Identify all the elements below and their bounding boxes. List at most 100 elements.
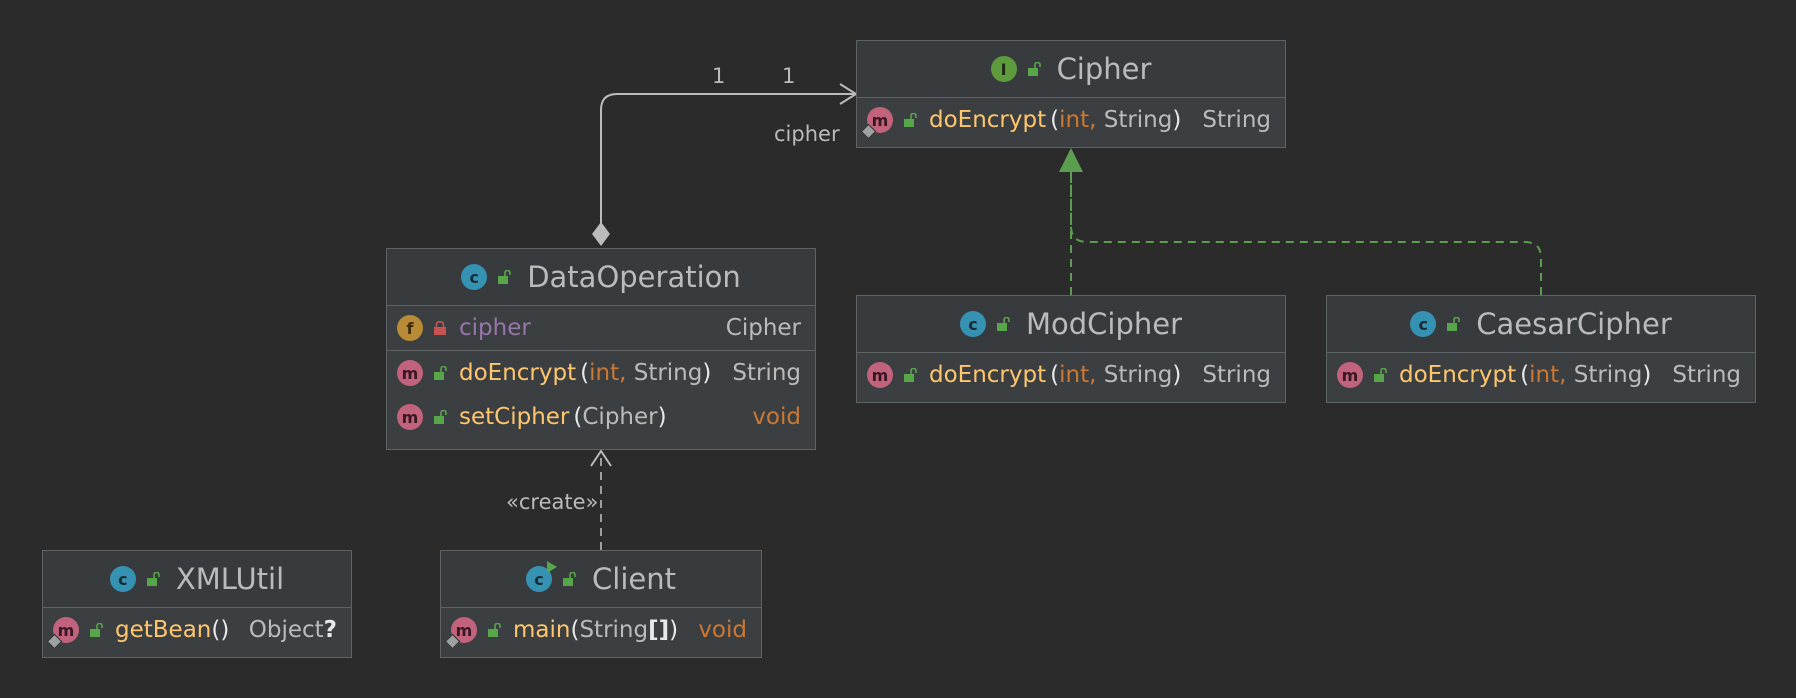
method-icon: m — [46, 617, 79, 650]
close-paren: ) — [1172, 362, 1182, 388]
field-name: cipher — [459, 315, 531, 341]
class-header[interactable]: c ModCipher — [857, 296, 1285, 353]
param-type: int, — [1529, 362, 1567, 388]
class-box-caesarcipher[interactable]: c CaesarCipher m doEncrypt ( int, String… — [1326, 295, 1756, 403]
method-row[interactable]: m main ( String [] ) void — [441, 608, 761, 652]
method-row[interactable]: m setCipher ( Cipher ) void — [387, 395, 815, 439]
class-name: Cipher — [1056, 52, 1152, 86]
unlocked-icon — [996, 317, 1010, 331]
unlocked-icon — [904, 368, 917, 382]
realization-triangle-cipher — [1059, 148, 1083, 172]
param-type: String — [1096, 362, 1173, 388]
composition-edge[interactable] — [600, 93, 856, 232]
param-type: Cipher — [582, 404, 658, 430]
method-name: getBean — [115, 617, 212, 643]
close-paren: ) — [657, 404, 667, 430]
method-row[interactable]: m doEncrypt ( int, String ) String — [857, 98, 1285, 142]
method-icon: m — [397, 404, 423, 430]
locked-icon — [434, 321, 446, 335]
class-name: Client — [592, 562, 676, 596]
close-paren: ) — [1642, 362, 1652, 388]
class-header[interactable]: c Client — [441, 551, 761, 608]
return-type: String — [1202, 107, 1271, 133]
return-type: void — [698, 617, 747, 643]
close-paren: ) — [669, 617, 679, 643]
param-type: int, — [1059, 362, 1097, 388]
class-name: ModCipher — [1025, 307, 1183, 341]
close-paren: ) — [702, 360, 712, 386]
unlocked-icon — [90, 623, 103, 637]
class-name: CaesarCipher — [1476, 307, 1672, 341]
parens: () — [211, 617, 230, 643]
open-paren: ( — [580, 360, 590, 386]
class-box-cipher[interactable]: I Cipher m doEncrypt ( int, String ) Str… — [856, 40, 1286, 148]
class-header[interactable]: c XMLUtil — [43, 551, 351, 608]
return-type: void — [752, 404, 801, 430]
field-type: Cipher — [725, 315, 801, 341]
method-icon: m — [397, 360, 423, 386]
class-name: DataOperation — [527, 260, 741, 294]
method-row[interactable]: m doEncrypt ( int, String ) String — [1327, 353, 1755, 397]
param-type: String — [626, 360, 703, 386]
param-type: int, — [589, 360, 627, 386]
method-name: doEncrypt — [929, 107, 1047, 133]
method-icon: m — [1337, 362, 1363, 388]
close-paren: ) — [1172, 107, 1182, 133]
param-type: String — [579, 617, 649, 643]
role-label-cipher: cipher — [774, 122, 840, 146]
array-brackets: [] — [648, 617, 670, 643]
class-icon: c — [109, 566, 136, 592]
unlocked-icon — [563, 572, 576, 586]
method-name: main — [513, 617, 571, 643]
realization-edge-caesarcipher[interactable] — [1070, 170, 1542, 295]
param-type: int, — [1059, 107, 1097, 133]
unlocked-icon — [434, 410, 447, 424]
unlocked-icon — [488, 623, 501, 637]
method-row[interactable]: m doEncrypt ( int, String ) String — [387, 351, 815, 395]
class-icon: c — [959, 311, 986, 337]
class-icon: c — [461, 264, 488, 290]
composition-diamond — [592, 222, 610, 246]
method-name: setCipher — [459, 404, 570, 430]
multiplicity-target: 1 — [782, 64, 796, 88]
method-row[interactable]: m doEncrypt ( int, String ) String — [857, 353, 1285, 397]
class-header[interactable]: I Cipher — [857, 41, 1285, 98]
interface-icon: I — [990, 56, 1017, 82]
open-paren: ( — [1050, 362, 1060, 388]
method-name: doEncrypt — [459, 360, 577, 386]
return-type: String — [1202, 362, 1271, 388]
nullable-mark: ? — [323, 617, 337, 643]
unlocked-icon — [434, 366, 447, 380]
return-type: String — [732, 360, 801, 386]
field-icon: f — [397, 315, 423, 341]
field-row[interactable]: f cipher Cipher — [387, 306, 815, 351]
return-type: Object — [248, 617, 324, 643]
run-icon — [547, 561, 558, 573]
class-box-client[interactable]: c Client m main ( String [] ) void — [440, 550, 762, 658]
unlocked-icon — [146, 572, 160, 586]
class-name: XMLUtil — [175, 562, 285, 596]
class-header[interactable]: c CaesarCipher — [1327, 296, 1755, 353]
unlocked-icon — [498, 270, 512, 284]
unlocked-icon — [1447, 317, 1461, 331]
method-name: doEncrypt — [1399, 362, 1517, 388]
class-box-dataoperation[interactable]: c DataOperation f cipher Cipher m doEncr… — [386, 248, 816, 450]
method-name: doEncrypt — [929, 362, 1047, 388]
uml-class-diagram: 1 1 cipher «create» I Cipher m doEncrypt… — [0, 0, 1796, 698]
method-icon: m — [444, 617, 477, 650]
open-paren: ( — [573, 404, 583, 430]
param-type: String — [1566, 362, 1643, 388]
unlocked-icon — [904, 113, 917, 127]
return-type: String — [1672, 362, 1741, 388]
class-header[interactable]: c DataOperation — [387, 249, 815, 306]
multiplicity-source: 1 — [712, 64, 726, 88]
class-box-xmlutil[interactable]: c XMLUtil m getBean () Object ? — [42, 550, 352, 658]
method-icon: m — [867, 362, 893, 388]
class-icon: c — [526, 561, 558, 592]
unlocked-icon — [1027, 62, 1041, 76]
open-paren: ( — [1520, 362, 1530, 388]
class-box-modcipher[interactable]: c ModCipher m doEncrypt ( int, String ) … — [856, 295, 1286, 403]
method-row[interactable]: m getBean () Object ? — [43, 608, 351, 652]
method-icon: m — [860, 107, 893, 140]
class-icon: c — [1410, 311, 1437, 337]
